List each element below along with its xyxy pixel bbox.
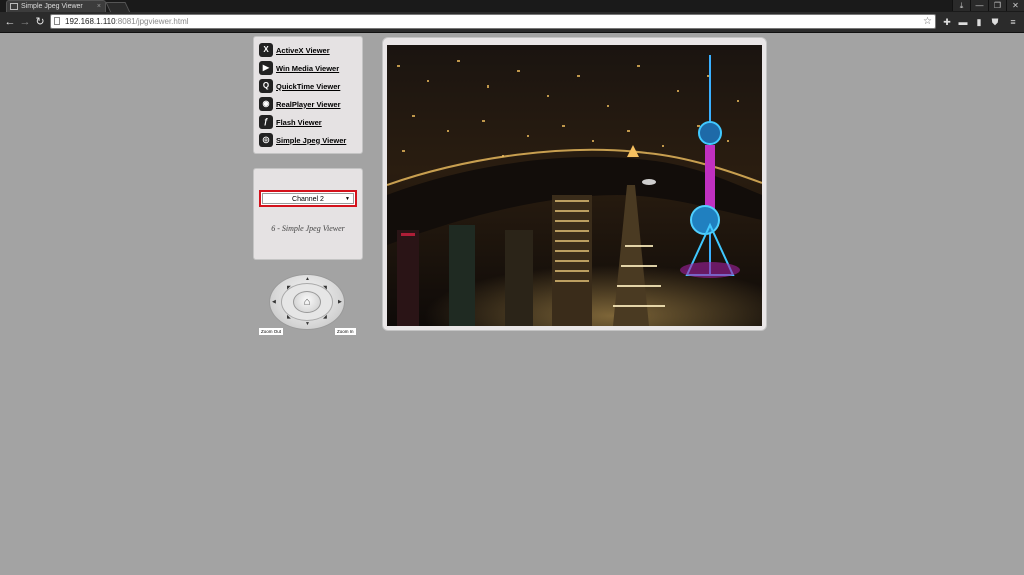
activex-icon: X (259, 43, 273, 57)
menu-icon[interactable]: ≡ (1008, 17, 1018, 27)
minimize-to-tray-icon[interactable]: ⤓ (952, 0, 970, 11)
extension-plus-icon[interactable]: ✚ (942, 17, 952, 27)
extension-shield-icon[interactable]: ⛊ (990, 17, 1000, 27)
close-window-button[interactable]: ✕ (1006, 0, 1024, 11)
pan-down-icon[interactable]: ▼ (305, 321, 310, 327)
viewer-caption: 6 - Simple Jpeg Viewer (271, 224, 345, 233)
menu-link-realplayer[interactable]: RealPlayer Viewer (276, 100, 341, 109)
menu-link-flash[interactable]: Flash Viewer (276, 118, 322, 127)
menu-item-win-media[interactable]: ▶ Win Media Viewer (259, 60, 339, 76)
tab-strip: Simple Jpeg Viewer × ⤓ — ❐ ✕ (0, 0, 1024, 13)
dropdown-arrow-icon: ▼ (345, 196, 350, 202)
menu-link-jpeg[interactable]: Simple Jpeg Viewer (276, 136, 346, 145)
zoom-in-button[interactable]: Zoom In (335, 328, 356, 335)
viewer-menu-panel: X ActiveX Viewer ▶ Win Media Viewer Q Qu… (253, 36, 363, 154)
camera-snapshot-image (387, 45, 762, 326)
address-bar[interactable]: 192.168.1.110:8081/jpgviewer.html ☆ (50, 14, 936, 29)
url-host: 192.168.1.110 (65, 17, 116, 26)
night-city-skyline-image (387, 45, 762, 326)
menu-item-jpeg[interactable]: ◎ Simple Jpeg Viewer (259, 132, 346, 148)
pan-up-icon[interactable]: ▲ (305, 276, 310, 282)
pan-up-left-icon[interactable]: ◤ (287, 285, 291, 291)
reload-icon[interactable]: ↻ (33, 15, 47, 29)
menu-link-quicktime[interactable]: QuickTime Viewer (276, 82, 340, 91)
extension-pocket-icon[interactable]: ▮ (974, 17, 984, 27)
pan-right-icon[interactable]: ▶ (338, 299, 342, 305)
pan-up-right-icon[interactable]: ◥ (323, 285, 327, 291)
pan-down-right-icon[interactable]: ◢ (323, 314, 327, 320)
channel-select[interactable]: Channel 2 ▼ (262, 193, 354, 204)
ptz-control: ▲ ▼ ◀ ▶ ◤ ◥ ◣ ◢ ⌂ (269, 274, 345, 332)
tab-close-icon[interactable]: × (97, 1, 101, 12)
menu-item-quicktime[interactable]: Q QuickTime Viewer (259, 78, 340, 94)
menu-item-realplayer[interactable]: ◉ RealPlayer Viewer (259, 96, 341, 112)
channel-panel: Channel 2 ▼ 6 - Simple Jpeg Viewer (253, 168, 363, 260)
forward-arrow-icon[interactable]: → (18, 15, 32, 29)
ptz-home-button[interactable]: ⌂ (293, 291, 321, 313)
channel-select-highlight: Channel 2 ▼ (259, 190, 357, 207)
zoom-out-button[interactable]: Zoom Out (259, 328, 284, 335)
extension-cast-icon[interactable]: ▬ (958, 17, 968, 27)
jpeg-icon: ◎ (259, 133, 273, 147)
page-icon (54, 17, 60, 25)
quicktime-icon: Q (259, 79, 273, 93)
url-path: :8081/jpgviewer.html (115, 17, 189, 26)
home-icon: ⌂ (303, 296, 311, 308)
browser-tab[interactable]: Simple Jpeg Viewer × (6, 0, 106, 12)
pan-left-icon[interactable]: ◀ (272, 299, 276, 305)
channel-selected-value: Channel 2 (292, 196, 324, 203)
browser-toolbar: ← → ↻ 192.168.1.110:8081/jpgviewer.html … (0, 12, 1024, 33)
menu-item-flash[interactable]: ƒ Flash Viewer (259, 114, 322, 130)
back-arrow-icon[interactable]: ← (3, 15, 17, 29)
flash-icon: ƒ (259, 115, 273, 129)
pan-down-left-icon[interactable]: ◣ (287, 314, 291, 320)
bookmark-star-icon[interactable]: ☆ (923, 15, 932, 28)
minimize-button[interactable]: — (970, 0, 988, 11)
menu-link-activex[interactable]: ActiveX Viewer (276, 46, 330, 55)
menu-link-win-media[interactable]: Win Media Viewer (276, 64, 339, 73)
tab-title: Simple Jpeg Viewer (21, 3, 83, 10)
restore-button[interactable]: ❐ (988, 0, 1006, 11)
realplayer-icon: ◉ (259, 97, 273, 111)
page-favicon-icon (10, 3, 18, 10)
media-player-icon: ▶ (259, 61, 273, 75)
menu-item-activex[interactable]: X ActiveX Viewer (259, 42, 330, 58)
